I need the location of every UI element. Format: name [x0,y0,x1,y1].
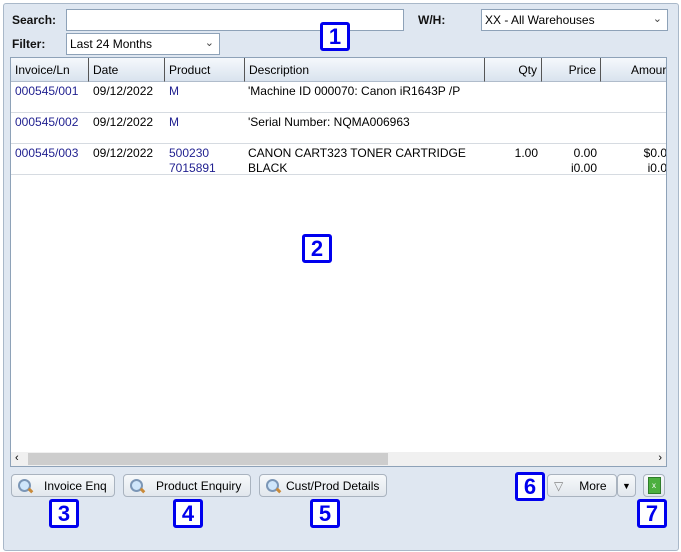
price-cell: 0.00 [573,146,597,160]
row-divider [11,143,666,144]
annotation-badge-7: 7 [637,499,667,528]
invoice-lines-table: Invoice/Ln Date Product Description Qty … [10,57,667,467]
invoice-cell[interactable]: 000545/001 [15,84,78,99]
amount-cell: $0.0 [643,146,667,160]
product-enquiry-button[interactable]: Product Enquiry [123,474,251,497]
product-cell[interactable]: 500230 [169,146,209,161]
search-input[interactable] [66,9,404,31]
warehouse-select[interactable]: XX - All Warehouses ⌄ [481,9,668,31]
scroll-right-icon[interactable]: › [658,452,662,464]
search-label: Search: [12,13,57,27]
more-label: More [579,478,607,493]
column-header-price[interactable]: Price [542,58,601,82]
warehouse-value: XX - All Warehouses [485,13,595,27]
annotation-badge-5: 5 [310,499,340,528]
column-header-date[interactable]: Date [89,58,165,82]
cust-prod-details-button[interactable]: Cust/Prod Details [259,474,387,497]
column-header-amount[interactable]: Amour [601,58,666,82]
product-cell[interactable]: M [169,84,179,99]
column-header-qty[interactable]: Qty [485,58,542,82]
row-divider [11,112,666,113]
chevron-down-icon: ⌄ [652,13,662,25]
column-header-invoice[interactable]: Invoice/Ln [11,58,89,82]
invoice-cell[interactable]: 000545/003 [15,146,78,161]
invoice-cell[interactable]: 000545/002 [15,115,78,130]
qty-cell: 1.00 [514,146,538,160]
date-cell: 09/12/2022 [93,115,154,129]
product-cell[interactable]: M [169,115,179,130]
scroll-left-icon[interactable]: ‹ [15,452,19,464]
triangle-down-icon: ▽ [554,478,564,493]
more-button[interactable]: ▽ More [547,474,617,497]
wh-label: W/H: [418,13,446,27]
magnifier-icon [130,478,144,493]
excel-icon: x [647,477,661,494]
column-header-product[interactable]: Product [165,58,245,82]
annotation-badge-3: 3 [49,499,79,528]
annotation-badge-1: 1 [320,22,350,51]
date-cell: 09/12/2022 [93,84,154,98]
date-cell: 09/12/2022 [93,146,154,160]
invoice-enq-button[interactable]: Invoice Enq [11,474,115,497]
description-cell: 'Serial Number: NQMA006963 [248,115,410,129]
invoice-enq-label: Invoice Enq [44,478,107,493]
column-header-description[interactable]: Description [245,58,485,82]
annotation-badge-4: 4 [173,499,203,528]
description-cell: 'Machine ID 000070: Canon iR1643P /P [248,84,461,98]
description-cell: CANON CART323 TONER CARTRIDGE [248,146,466,160]
magnifier-icon [266,478,280,493]
magnifier-icon [18,478,32,493]
export-excel-button[interactable]: x [643,474,665,497]
filter-value: Last 24 Months [70,37,153,51]
annotation-badge-2: 2 [302,234,332,263]
product-enquiry-label: Product Enquiry [156,478,242,493]
filter-label: Filter: [12,37,46,51]
annotation-badge-6: 6 [515,472,545,501]
chevron-down-icon: ⌄ [204,37,214,49]
row-divider [11,174,666,175]
horizontal-scrollbar[interactable]: ‹ › [11,452,666,466]
more-dropdown-button[interactable]: ▼ [617,474,636,497]
filter-select[interactable]: Last 24 Months ⌄ [66,33,220,55]
caret-down-icon: ▼ [622,480,631,491]
cust-prod-label: Cust/Prod Details [286,478,380,493]
scrollbar-thumb[interactable] [28,453,388,465]
